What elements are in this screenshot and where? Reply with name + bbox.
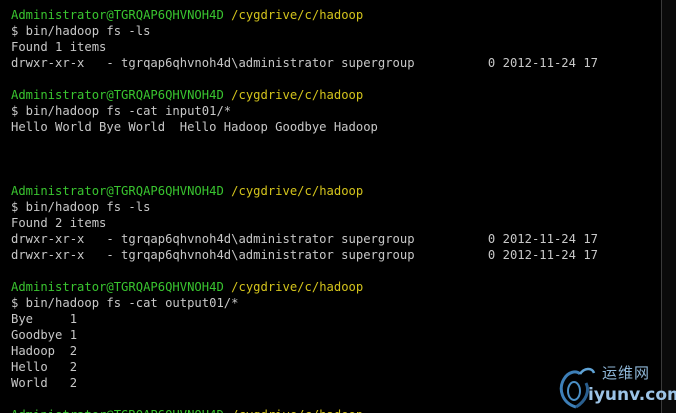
prompt-line: Administrator@TGRQAP6QHVNOH4D /cygdrive/… — [11, 7, 662, 23]
prompt-user: Administrator@TGRQAP6QHVNOH4D — [11, 408, 224, 413]
watermark-bottom-text: iyunv.com — [588, 385, 676, 405]
output-line: Found 2 items — [11, 216, 107, 230]
prompt-line: Administrator@TGRQAP6QHVNOH4D /cygdrive/… — [11, 279, 662, 295]
output-line: drwxr-xr-x - tgrqap6qhvnoh4d\administrat… — [11, 56, 598, 70]
terminal-window[interactable]: Administrator@TGRQAP6QHVNOH4D /cygdrive/… — [0, 0, 676, 413]
output-line: Found 1 items — [11, 40, 107, 54]
output-line: drwxr-xr-x - tgrqap6qhvnoh4d\administrat… — [11, 248, 598, 262]
prompt-user: Administrator@TGRQAP6QHVNOH4D — [11, 184, 224, 198]
prompt-line: Administrator@TGRQAP6QHVNOH4D /cygdrive/… — [11, 183, 662, 199]
output-line: drwxr-xr-x - tgrqap6qhvnoh4d\administrat… — [11, 232, 598, 246]
command-line: $ bin/hadoop fs -ls — [11, 200, 151, 214]
prompt-path: /cygdrive/c/hadoop — [231, 280, 364, 294]
prompt-path: /cygdrive/c/hadoop — [231, 184, 364, 198]
prompt-path: /cygdrive/c/hadoop — [231, 408, 363, 413]
output-line: Hadoop 2 — [11, 344, 78, 358]
prompt-path: /cygdrive/c/hadoop — [231, 88, 364, 102]
prompt-line: Administrator@TGRQAP6QHVNOH4D /cygdrive/… — [11, 87, 662, 103]
output-line: Goodbye 1 — [11, 328, 78, 342]
watermark-top-text: 运维网 — [602, 364, 651, 382]
site-watermark: 运维网 iyunv.com — [554, 361, 676, 411]
prompt-user: Administrator@TGRQAP6QHVNOH4D — [11, 88, 224, 102]
terminal-output: Administrator@TGRQAP6QHVNOH4D /cygdrive/… — [11, 7, 662, 413]
command-line: $ bin/hadoop fs -ls — [11, 24, 151, 38]
prompt-path: /cygdrive/c/hadoop — [231, 8, 364, 22]
command-line: $ bin/hadoop fs -cat output01/* — [11, 296, 239, 310]
command-line: $ bin/hadoop fs -cat input01/* — [11, 104, 232, 118]
output-line: Bye 1 — [11, 312, 78, 326]
output-line: Hello World Bye World Hello Hadoop Goodb… — [11, 120, 378, 134]
prompt-user: Administrator@TGRQAP6QHVNOH4D — [11, 280, 224, 294]
prompt-user: Administrator@TGRQAP6QHVNOH4D — [11, 8, 224, 22]
vertical-scrollbar[interactable] — [662, 0, 676, 413]
